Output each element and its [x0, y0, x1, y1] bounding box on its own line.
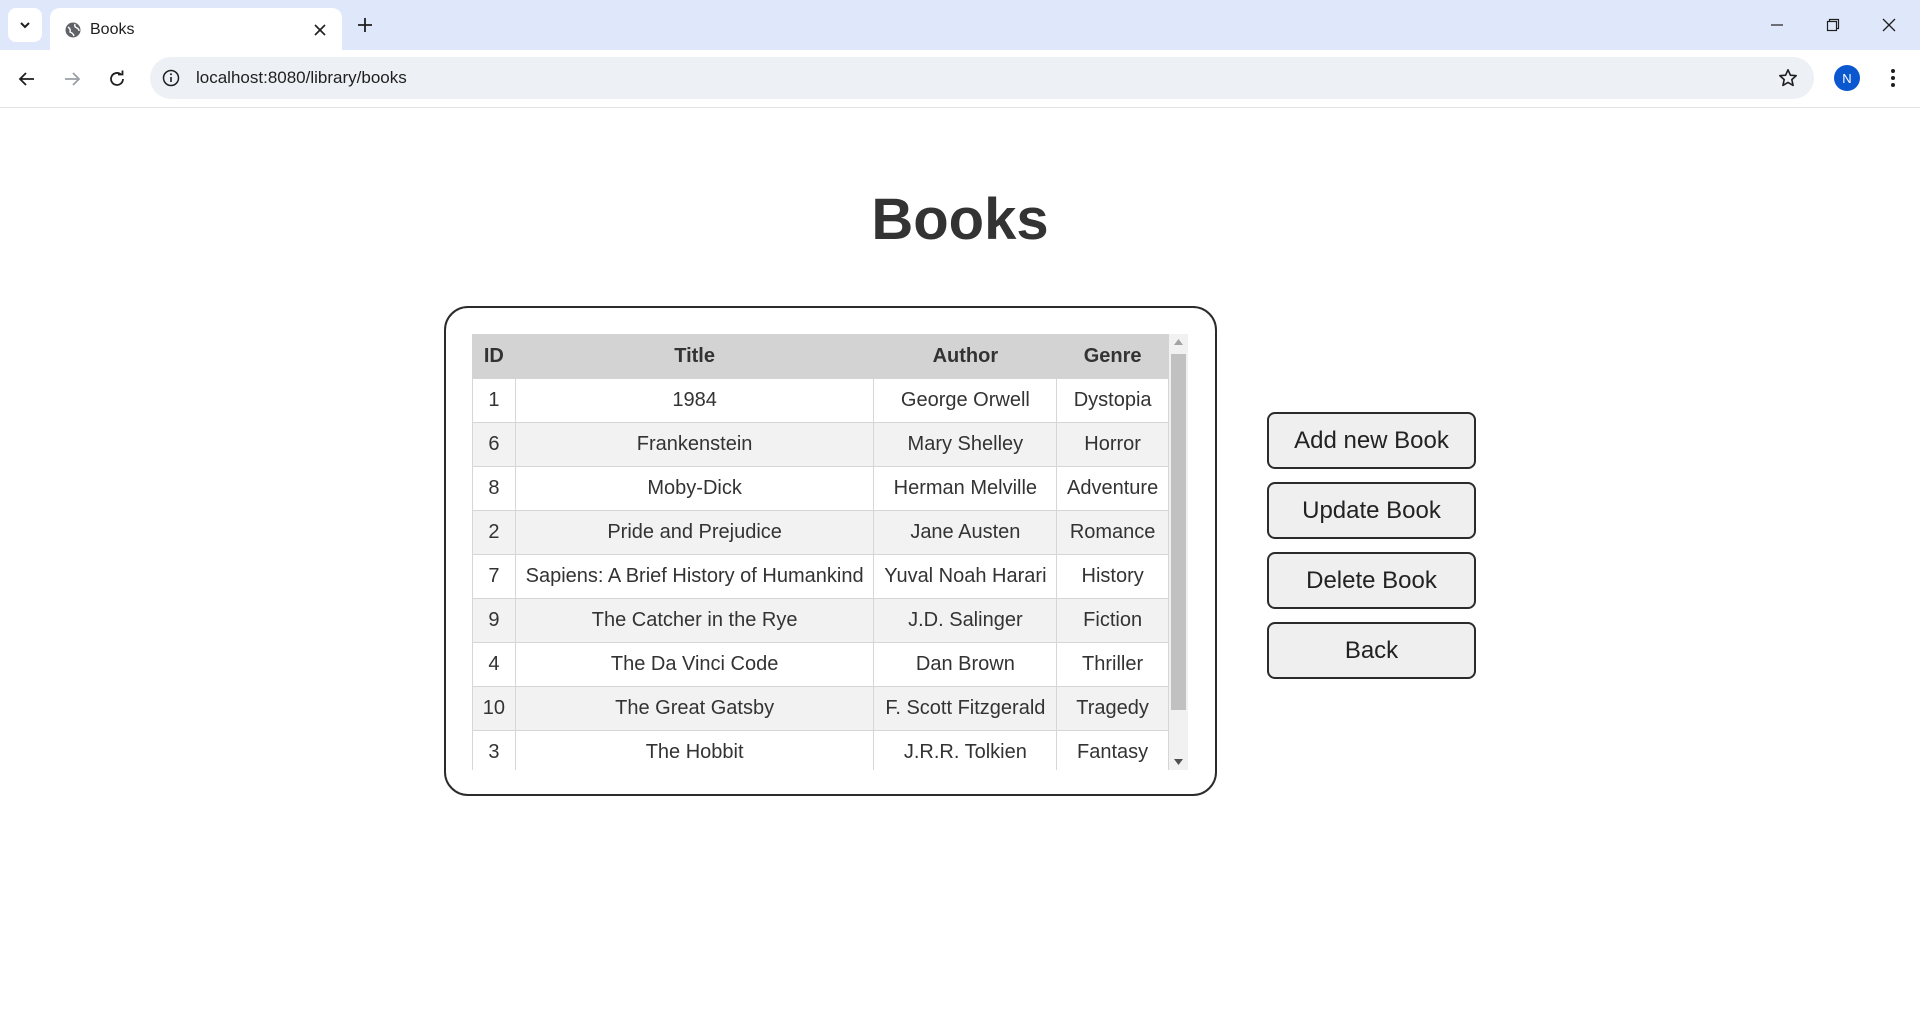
scroll-up-button[interactable] [1169, 334, 1188, 350]
cell-id: 2 [472, 510, 516, 555]
books-table: ID Title Author Genre 1 1984 George Orwell… [472, 334, 1169, 770]
new-tab-button[interactable] [350, 10, 380, 40]
header-genre: Genre [1056, 334, 1169, 379]
action-buttons: Add new Book Update Book Delete Book Bac… [1267, 412, 1476, 692]
scroll-thumb[interactable] [1171, 354, 1186, 710]
site-info-icon [162, 69, 180, 87]
cell-author: J.D. Salinger [873, 598, 1058, 643]
restore-button[interactable] [1810, 10, 1856, 40]
table-row[interactable]: 3 The Hobbit J.R.R. Tolkien Fantasy [472, 730, 1169, 770]
cell-title: The Great Gatsby [514, 686, 875, 731]
books-table-card: ID Title Author Genre 1 1984 George Orwell… [444, 306, 1217, 796]
cell-author: Herman Melville [873, 466, 1058, 511]
tab-strip: Books [0, 0, 1920, 50]
minimize-icon [1771, 24, 1783, 26]
table-row[interactable]: 4 The Da Vinci Code Dan Brown Thriller [472, 642, 1169, 687]
browser-tab[interactable]: Books [50, 8, 342, 50]
cell-author: F. Scott Fitzgerald [873, 686, 1058, 731]
header-title: Title [514, 334, 875, 379]
cell-genre: Tragedy [1056, 686, 1169, 731]
update-book-button[interactable]: Update Book [1267, 482, 1476, 539]
browser-menu-button[interactable] [1878, 63, 1908, 93]
table-header-row: ID Title Author Genre [472, 334, 1169, 379]
address-bar[interactable]: localhost:8080/library/books [150, 57, 1814, 99]
chevron-down-icon [20, 22, 30, 29]
close-tab-button[interactable] [310, 20, 330, 40]
cell-id: 4 [472, 642, 516, 687]
cell-title: The Catcher in the Rye [514, 598, 875, 643]
books-table-scroll[interactable]: ID Title Author Genre 1 1984 George Orwell… [472, 334, 1188, 770]
cell-id: 8 [472, 466, 516, 511]
cell-author: Mary Shelley [873, 422, 1058, 467]
cell-title: The Da Vinci Code [514, 642, 875, 687]
url-text[interactable]: localhost:8080/library/books [196, 68, 407, 88]
restore-icon [1826, 18, 1840, 32]
scroll-up-arrow-icon [1174, 339, 1183, 345]
cell-id: 9 [472, 598, 516, 643]
table-row[interactable]: 7 Sapiens: A Brief History of Humankind Yu… [472, 554, 1169, 599]
forward-button[interactable] [55, 62, 89, 96]
table-row[interactable]: 1 1984 George Orwell Dystopia [472, 378, 1169, 423]
table-row[interactable]: 10 The Great Gatsby F. Scott Fitzgerald Tra… [472, 686, 1169, 731]
cell-title: Sapiens: A Brief History of Humankind [514, 554, 875, 599]
plus-icon [358, 18, 372, 32]
cell-genre: Romance [1056, 510, 1169, 555]
back-button-page[interactable]: Back [1267, 622, 1476, 679]
globe-icon [65, 22, 81, 38]
cell-author: J.R.R. Tolkien [873, 730, 1058, 770]
profile-avatar[interactable]: N [1834, 65, 1860, 91]
cell-author: Dan Brown [873, 642, 1058, 687]
table-row[interactable]: 8 Moby-Dick Herman Melville Adventure [472, 466, 1169, 511]
cell-title: The Hobbit [514, 730, 875, 770]
cell-title: Frankenstein [514, 422, 875, 467]
cell-author: George Orwell [873, 378, 1058, 423]
cell-genre: Horror [1056, 422, 1169, 467]
scroll-down-button[interactable] [1169, 754, 1188, 770]
browser-toolbar: localhost:8080/library/books N [0, 50, 1920, 108]
reload-button[interactable] [100, 62, 134, 96]
cell-id: 1 [472, 378, 516, 423]
reload-icon [110, 70, 124, 86]
back-button[interactable] [10, 62, 44, 96]
star-icon [1779, 69, 1797, 87]
forward-arrow-icon [65, 72, 81, 86]
tab-search-button[interactable] [8, 8, 42, 42]
table-row[interactable]: 2 Pride and Prejudice Jane Austen Romance [472, 510, 1169, 555]
delete-book-button[interactable]: Delete Book [1267, 552, 1476, 609]
cell-id: 6 [472, 422, 516, 467]
close-icon [314, 24, 326, 36]
cell-author: Jane Austen [873, 510, 1058, 555]
cell-genre: Adventure [1056, 466, 1169, 511]
cell-genre: Thriller [1056, 642, 1169, 687]
cell-author: Yuval Noah Harari [873, 554, 1058, 599]
site-info-button[interactable] [160, 67, 182, 89]
table-scrollbar[interactable] [1169, 334, 1188, 770]
cell-id: 3 [472, 730, 516, 770]
cell-title: Moby-Dick [514, 466, 875, 511]
tab-title: Books [90, 21, 135, 38]
close-window-button[interactable] [1866, 10, 1912, 40]
cell-genre: History [1056, 554, 1169, 599]
cell-genre: Fantasy [1056, 730, 1169, 770]
scroll-down-arrow-icon [1174, 759, 1183, 765]
cell-title: 1984 [514, 378, 875, 423]
kebab-menu-icon [1891, 69, 1895, 87]
close-window-icon [1882, 18, 1896, 32]
cell-genre: Fiction [1056, 598, 1169, 643]
header-id: ID [472, 334, 516, 379]
table-row[interactable]: 6 Frankenstein Mary Shelley Horror [472, 422, 1169, 467]
page-title: Books [871, 187, 1049, 252]
table-row[interactable]: 9 The Catcher in the Rye J.D. Salinger Fict… [472, 598, 1169, 643]
cell-genre: Dystopia [1056, 378, 1169, 423]
cell-title: Pride and Prejudice [514, 510, 875, 555]
header-author: Author [873, 334, 1058, 379]
cell-id: 10 [472, 686, 516, 731]
bookmark-button[interactable] [1776, 66, 1800, 90]
cell-id: 7 [472, 554, 516, 599]
back-arrow-icon [18, 72, 34, 86]
minimize-button[interactable] [1754, 10, 1800, 40]
add-book-button[interactable]: Add new Book [1267, 412, 1476, 469]
